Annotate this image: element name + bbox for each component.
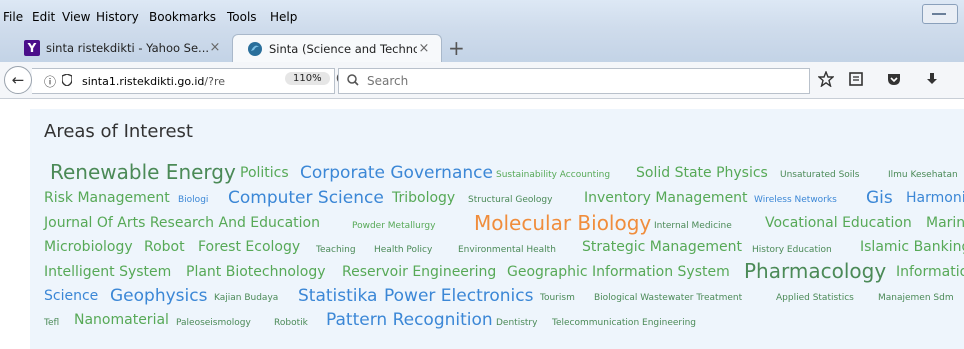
pocket-icon[interactable] — [886, 71, 902, 91]
menu-tools[interactable]: Tools — [227, 10, 257, 24]
zoom-indicator[interactable]: 110% — [285, 72, 330, 85]
tag-link[interactable]: Manajemen Sdm — [878, 293, 954, 303]
reader-icon[interactable] — [848, 71, 864, 91]
tag-link[interactable]: Reservoir Engineering — [342, 264, 496, 280]
sinta-favicon-icon — [247, 41, 263, 57]
tag-link[interactable]: Geophysics — [110, 286, 207, 306]
tag-link[interactable]: Power Electronics — [384, 286, 533, 306]
shield-icon[interactable] — [61, 72, 73, 89]
tag-link[interactable]: Wireless Networks — [754, 195, 837, 205]
tab-bar: Y sinta ristekdikti - Yahoo Se... × Sint… — [0, 28, 964, 62]
new-tab-button[interactable]: + — [448, 36, 465, 60]
url-path: /?re — [204, 74, 226, 88]
menu-history[interactable]: History — [96, 10, 139, 24]
tag-link[interactable]: Robot — [144, 239, 185, 255]
tag-link[interactable]: Solid State Physics — [636, 165, 768, 181]
tag-link[interactable]: Plant Biotechnology — [186, 264, 326, 280]
tag-link[interactable]: Forest Ecology — [198, 239, 300, 255]
tag-link[interactable]: Corporate Governance — [300, 163, 493, 183]
tab-title: sinta ristekdikti - Yahoo Se... — [46, 40, 208, 55]
back-button[interactable]: ← — [4, 66, 32, 94]
tab-title: Sinta (Science and Technol... — [269, 41, 417, 56]
tab-yahoo[interactable]: Y sinta ristekdikti - Yahoo Se... × — [10, 34, 232, 61]
tag-link[interactable]: Statistika — [298, 286, 377, 306]
menu-help[interactable]: Help — [270, 10, 297, 24]
tag-link[interactable]: Paleoseismology — [176, 318, 251, 328]
tag-link[interactable]: Kajian Budaya — [214, 293, 278, 303]
tag-link[interactable]: Telecommunication Engineering — [552, 318, 696, 328]
tag-link[interactable]: Pharmacology — [744, 259, 886, 283]
tag-link[interactable]: Pattern Recognition — [326, 310, 493, 330]
tag-link[interactable]: Molecular Biology — [474, 211, 651, 235]
tag-link[interactable]: Robotik — [274, 318, 308, 328]
tab-close-icon[interactable]: × — [417, 41, 431, 56]
areas-of-interest-panel: Areas of Interest Renewable Energy Polit… — [30, 109, 964, 349]
tab-sinta[interactable]: Sinta (Science and Technol... × — [232, 34, 442, 62]
tag-link[interactable]: Applied Statistics — [776, 293, 854, 303]
tag-link[interactable]: Unsaturated Soils — [780, 170, 860, 180]
tag-link[interactable]: Renewable Energy — [50, 160, 236, 184]
menu-edit[interactable]: Edit — [32, 10, 55, 24]
menu-bookmarks[interactable]: Bookmarks — [149, 10, 216, 24]
tag-link[interactable]: Geographic Information System — [507, 264, 730, 280]
tag-link[interactable]: Science — [44, 288, 98, 304]
yahoo-favicon-icon: Y — [24, 39, 40, 56]
tag-link[interactable]: Internal Medicine — [654, 221, 732, 231]
star-icon[interactable] — [817, 70, 835, 91]
url-text[interactable]: sinta1.ristekdikti.go.id/?re — [82, 75, 225, 88]
tag-link[interactable]: Biological Wastewater Treatment — [594, 293, 742, 303]
tag-link[interactable]: Politics — [240, 165, 289, 181]
tag-link[interactable]: Journal Of Arts Research And Education — [44, 215, 320, 231]
tag-link[interactable]: Inventory Management — [584, 190, 748, 206]
tag-link[interactable]: Gis — [866, 188, 893, 208]
page-title: Areas of Interest — [44, 121, 193, 142]
navigation-bar: ← ⓘ sinta1.ristekdikti.go.id/?re 110% C — [0, 62, 964, 99]
tag-link[interactable]: Marine — [926, 215, 964, 231]
tag-link[interactable]: Tourism — [540, 293, 575, 303]
tag-link[interactable]: Health Policy — [374, 245, 432, 255]
url-host: sinta1.ristekdikti.go.id — [82, 74, 205, 88]
tag-link[interactable]: Harmonic — [906, 190, 964, 206]
tag-link[interactable]: Environmental Health — [458, 245, 556, 255]
download-icon[interactable] — [924, 71, 940, 91]
search-bar[interactable] — [338, 68, 810, 94]
search-icon — [347, 73, 359, 89]
tag-link[interactable]: Sustainability Accounting — [496, 170, 610, 180]
tag-link[interactable]: Ilmu Kesehatan — [888, 170, 958, 180]
tag-link[interactable]: Powder Metallurgy — [352, 221, 435, 231]
tag-link[interactable]: Dentistry — [496, 318, 537, 328]
menu-view[interactable]: View — [62, 10, 90, 24]
tag-link[interactable]: Strategic Management — [582, 239, 742, 255]
minimize-button[interactable] — [922, 4, 958, 24]
menu-bar: File Edit View History Bookmarks Tools H… — [0, 0, 964, 28]
tag-link[interactable]: Vocational Education — [765, 215, 912, 231]
address-bar[interactable]: ⓘ sinta1.ristekdikti.go.id/?re 110% C — [32, 68, 345, 94]
tag-link[interactable]: Tefl — [44, 318, 59, 328]
menu-file[interactable]: File — [3, 10, 23, 24]
tag-link[interactable]: Structural Geology — [468, 195, 552, 205]
info-icon[interactable]: ⓘ — [44, 73, 56, 90]
tag-link[interactable]: Tribology — [392, 190, 455, 206]
tab-close-icon[interactable]: × — [208, 40, 222, 55]
tag-link[interactable]: Information — [896, 264, 964, 280]
tag-link[interactable]: Islamic Banking — [860, 239, 964, 255]
back-arrow-icon: ← — [11, 71, 25, 89]
tag-link[interactable]: Risk Management — [44, 190, 170, 206]
tag-link[interactable]: Computer Science — [228, 188, 384, 208]
page-content: Areas of Interest Renewable Energy Polit… — [0, 99, 964, 349]
tag-link[interactable]: Intelligent System — [44, 264, 171, 280]
tag-link[interactable]: Biologi — [178, 195, 208, 205]
tag-link[interactable]: Teaching — [316, 245, 356, 255]
tag-link[interactable]: Microbiology — [44, 239, 133, 255]
search-input[interactable] — [365, 73, 789, 89]
tag-link[interactable]: History Education — [752, 245, 832, 255]
tag-link[interactable]: Nanomaterial — [74, 312, 169, 328]
